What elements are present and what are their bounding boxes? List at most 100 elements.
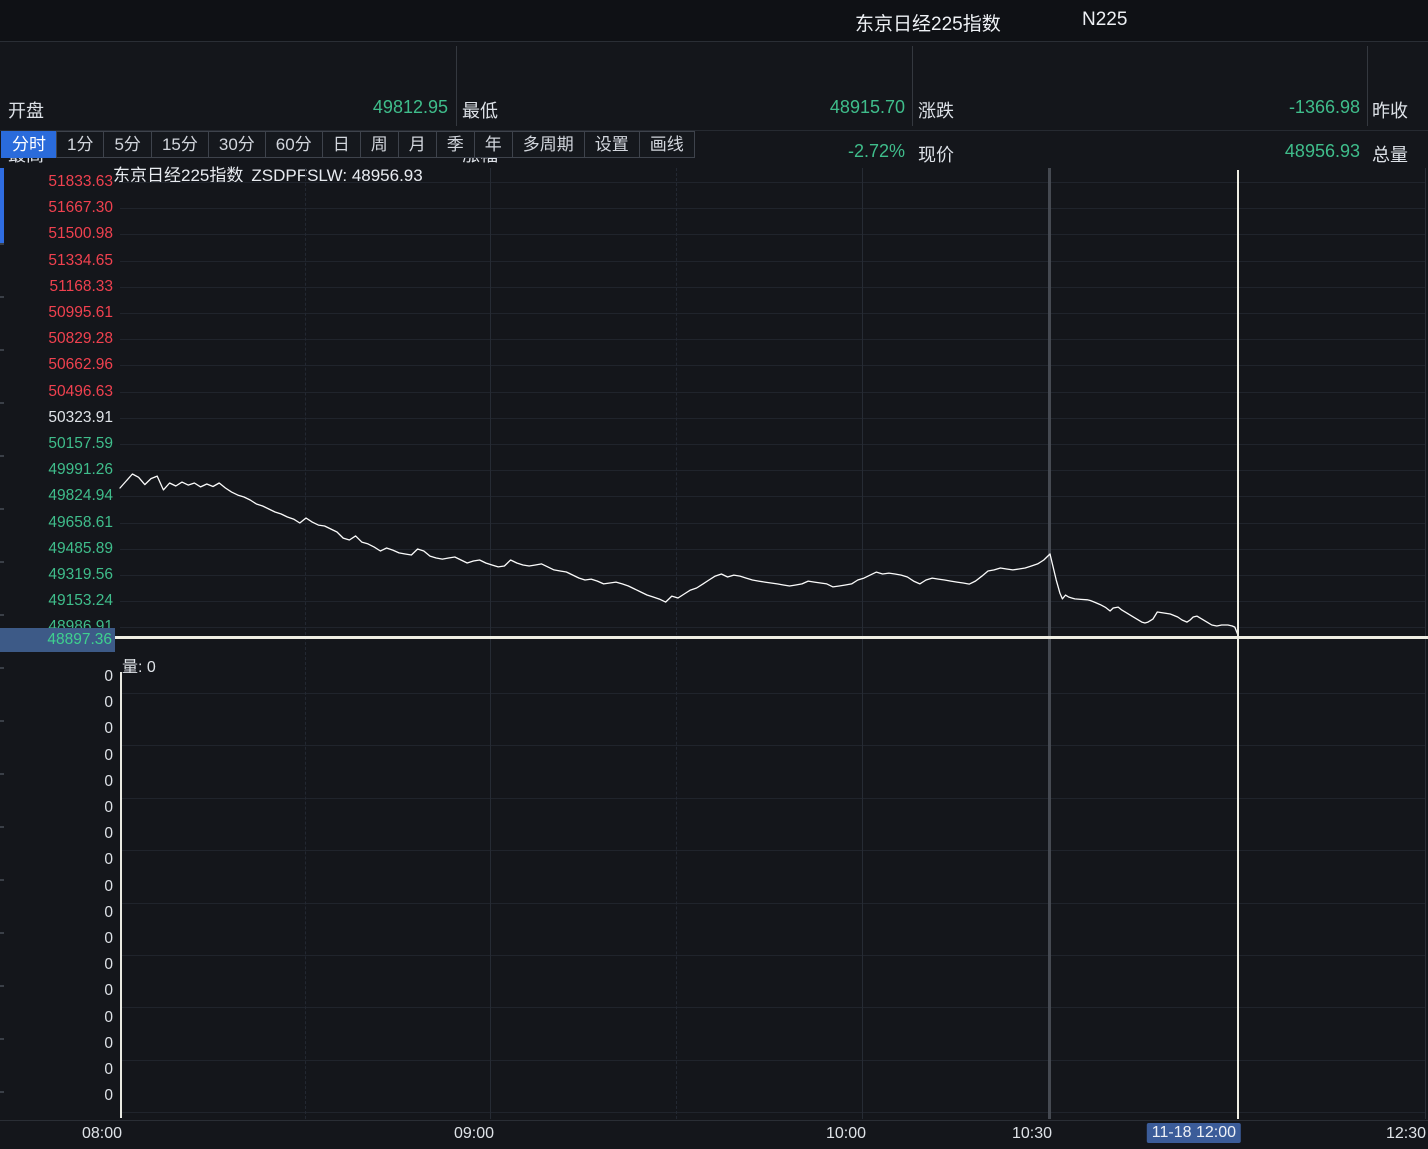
- tab-1min[interactable]: 1分: [56, 131, 104, 158]
- price-axis-label: 50323.91: [0, 409, 113, 427]
- price-axis-label: 51334.65: [0, 252, 113, 270]
- time-axis-label: 10:00: [826, 1125, 866, 1143]
- tab-draw-line[interactable]: 画线: [639, 131, 695, 158]
- grid-line-h: [120, 313, 1425, 314]
- time-axis-separator: [0, 1120, 1428, 1121]
- grid-line-h: [120, 339, 1425, 340]
- volume-axis-label: 0: [0, 1087, 113, 1105]
- volume-axis-label: 0: [0, 1035, 113, 1053]
- grid-line-h: [120, 1112, 1425, 1113]
- tab-year[interactable]: 年: [474, 131, 513, 158]
- tab-week[interactable]: 周: [360, 131, 399, 158]
- tab-month[interactable]: 月: [398, 131, 437, 158]
- grid-line-h: [120, 627, 1425, 628]
- grid-line-v: [676, 168, 678, 1119]
- grid-line-h: [120, 418, 1425, 419]
- price-axis-label: 50995.61: [0, 304, 113, 322]
- instrument-name: 东京日经225指数: [855, 9, 1001, 36]
- grid-line-h: [120, 549, 1425, 550]
- grid-line-h: [120, 1007, 1425, 1008]
- low-label: 最低: [462, 97, 498, 123]
- volume-axis-label: 0: [0, 956, 113, 974]
- tab-30min[interactable]: 30分: [208, 131, 266, 158]
- grid-line-h: [120, 444, 1425, 445]
- volume-axis-label: 0: [0, 878, 113, 896]
- volume-axis-label: 0: [0, 851, 113, 869]
- tab-15min[interactable]: 15分: [151, 131, 209, 158]
- grid-line-h: [120, 392, 1425, 393]
- volume-indicator-label: 量: 0: [122, 653, 156, 677]
- quote-stats-panel: 开盘 49812.95 最低 48915.70 涨跌 -1366.98 昨收 最…: [0, 42, 1428, 131]
- tab-day[interactable]: 日: [322, 131, 361, 158]
- grid-line-v: [305, 168, 307, 1119]
- grid-line-h: [120, 850, 1425, 851]
- volume-axis-label: 0: [0, 930, 113, 948]
- prev-close-label: 昨收: [1372, 97, 1408, 123]
- current-price-line: [115, 636, 1428, 639]
- grid-line-h: [120, 208, 1425, 209]
- grid-line-h: [120, 601, 1425, 602]
- grid-line-h: [120, 693, 1425, 694]
- time-axis-label: 08:00: [82, 1125, 122, 1143]
- low-value: 48915.70: [560, 97, 905, 118]
- grid-line-h: [120, 575, 1425, 576]
- tab-multi-period[interactable]: 多周期: [512, 131, 585, 158]
- grid-line-h: [120, 798, 1425, 799]
- price-axis-label: 49485.89: [0, 540, 113, 558]
- volume-axis-label: 0: [0, 799, 113, 817]
- tab-60min[interactable]: 60分: [265, 131, 323, 158]
- grid-line-h: [120, 234, 1425, 235]
- grid-line-h: [120, 470, 1425, 471]
- grid-line-h: [120, 287, 1425, 288]
- time-axis-label: 11-18 12:00: [1147, 1123, 1241, 1143]
- timeframe-tab-bar: 分时1分5分15分30分60分日周月季年多周期设置画线: [2, 131, 695, 158]
- time-axis-label: 12:30: [1386, 1125, 1426, 1143]
- price-axis-label: 49319.56: [0, 566, 113, 584]
- grid-line-v: [862, 168, 863, 1119]
- price-axis-label: 50662.96: [0, 356, 113, 374]
- trading-app-window: 东京日经225指数 N225 开盘 49812.95 最低 48915.70 涨…: [0, 0, 1428, 1149]
- left-scrollbar-track[interactable]: [0, 243, 4, 1120]
- price-axis-label: 49658.61: [0, 514, 113, 532]
- volume-axis-label: 0: [0, 1061, 113, 1079]
- grid-line-h: [120, 261, 1425, 262]
- volume-axis-label: 0: [0, 773, 113, 791]
- tab-5min[interactable]: 5分: [103, 131, 151, 158]
- grid-line-h: [120, 365, 1425, 366]
- window-title-bar: 东京日经225指数 N225: [0, 0, 1428, 42]
- current-time-crosshair: [1237, 170, 1239, 1119]
- volume-axis-line: [120, 672, 122, 1118]
- tab-quarter[interactable]: 季: [436, 131, 475, 158]
- stats-divider: [456, 46, 457, 126]
- price-axis-label: 49824.94: [0, 487, 113, 505]
- tab-settings[interactable]: 设置: [584, 131, 640, 158]
- volume-axis-label: 0: [0, 982, 113, 1000]
- grid-line-h: [120, 523, 1425, 524]
- current-price-axis-label: 48897.36: [0, 628, 115, 652]
- price-axis-label: 49153.24: [0, 592, 113, 610]
- grid-line-v: [1048, 168, 1051, 1119]
- price-axis-label: 50157.59: [0, 435, 113, 453]
- volume-axis-label: 0: [0, 694, 113, 712]
- grid-line-h: [120, 1060, 1425, 1061]
- grid-line-h: [120, 182, 1425, 183]
- volume-axis-label: 0: [0, 904, 113, 922]
- time-axis-label: 10:30: [1012, 1125, 1052, 1143]
- open-value: 49812.95: [130, 97, 448, 118]
- price-axis-label: 51168.33: [0, 278, 113, 296]
- open-label: 开盘: [8, 97, 44, 123]
- price-axis-label: 49991.26: [0, 461, 113, 479]
- chart-region[interactable]: 东京日经225指数ZSDPFSLW: 48956.93: [0, 158, 1428, 1149]
- change-value: -1366.98: [1010, 97, 1360, 118]
- stats-divider: [912, 46, 913, 126]
- grid-line-h: [120, 496, 1425, 497]
- volume-axis-label: 0: [0, 720, 113, 738]
- grid-line-v: [1425, 168, 1426, 1119]
- left-scrollbar-thumb[interactable]: [0, 168, 4, 243]
- instrument-symbol: N225: [1082, 9, 1127, 31]
- price-axis-label: 50496.63: [0, 383, 113, 401]
- volume-axis-label: 0: [0, 747, 113, 765]
- price-axis-label: 51833.63: [0, 173, 113, 191]
- volume-axis-label: 0: [0, 825, 113, 843]
- tab-fenshi[interactable]: 分时: [1, 131, 57, 158]
